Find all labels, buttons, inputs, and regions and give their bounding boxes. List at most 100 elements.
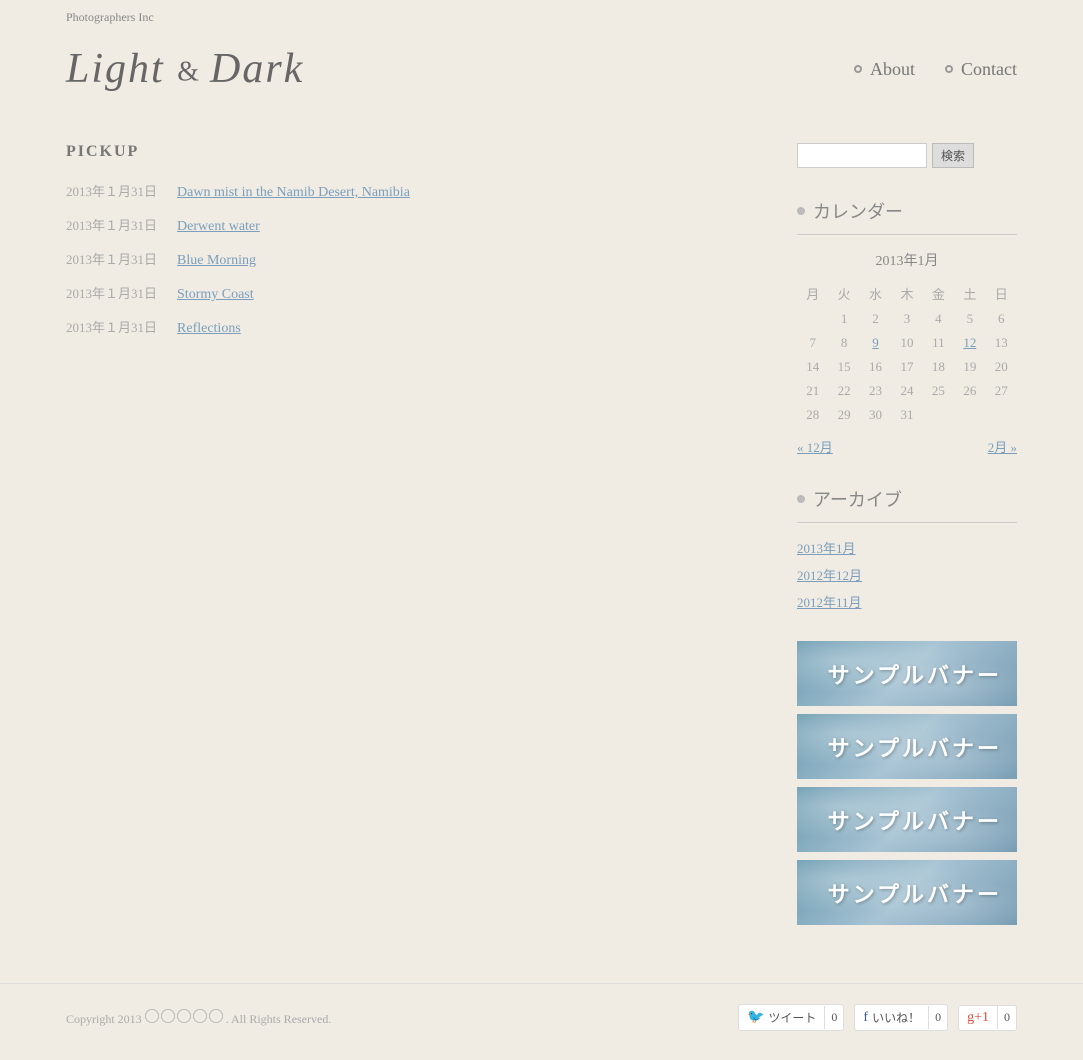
title-dark: Dark bbox=[210, 46, 304, 92]
calendar-day: 30 bbox=[860, 403, 891, 427]
calendar-day: 1 bbox=[828, 307, 859, 331]
calendar-day bbox=[797, 307, 828, 331]
calendar-divider bbox=[797, 234, 1017, 235]
calendar-header: 水 bbox=[860, 280, 891, 307]
banner-text-2: サンプルバナー bbox=[828, 731, 1002, 763]
header: Light & Dark About Contact bbox=[0, 35, 1083, 113]
banner-text-1: サンプルバナー bbox=[828, 658, 1002, 690]
banner-2[interactable]: サンプルバナー bbox=[797, 714, 1017, 779]
circle-5 bbox=[209, 1009, 223, 1023]
like-label-text: いいね！ bbox=[872, 1009, 920, 1026]
banners-area: サンプルバナーサンプルバナーサンプルバナーサンプルバナー bbox=[797, 641, 1017, 925]
calendar-day bbox=[986, 403, 1017, 427]
calendar-next[interactable]: 2月 » bbox=[988, 437, 1017, 456]
nav-contact[interactable]: Contact bbox=[945, 59, 1017, 80]
calendar-day: 22 bbox=[828, 379, 859, 403]
title-ampersand: & bbox=[177, 56, 210, 87]
pickup-link[interactable]: Dawn mist in the Namib Desert, Namibia bbox=[177, 185, 410, 201]
gplus-icon: g+1 bbox=[967, 1010, 989, 1026]
banner-text-3: サンプルバナー bbox=[828, 804, 1002, 836]
like-count: 0 bbox=[928, 1006, 947, 1029]
content-area: PICKUP 2013年１月31日 Dawn mist in the Namib… bbox=[66, 143, 757, 933]
tweet-button[interactable]: 🐦 ツイート 0 bbox=[738, 1004, 844, 1031]
search-input[interactable] bbox=[797, 143, 927, 168]
archive-section: アーカイブ 2013年1月 2012年12月 2012年11月 bbox=[797, 486, 1017, 611]
calendar-day: 8 bbox=[828, 331, 859, 355]
calendar-day[interactable]: 12 bbox=[954, 331, 985, 355]
calendar-day: 2 bbox=[860, 307, 891, 331]
nav-contact-label: Contact bbox=[961, 59, 1017, 80]
nav: About Contact bbox=[854, 59, 1017, 80]
like-label: f いいね！ bbox=[855, 1005, 928, 1030]
nav-about[interactable]: About bbox=[854, 59, 915, 80]
photographers-inc-label: Photographers Inc bbox=[0, 0, 1083, 35]
calendar-day: 17 bbox=[891, 355, 922, 379]
footer-copyright: Copyright 2013 . All Rights Reserved. bbox=[66, 1009, 331, 1027]
archive-link[interactable]: 2013年1月 bbox=[797, 538, 1017, 557]
social-buttons: 🐦 ツイート 0 f いいね！ 0 g+1 0 bbox=[738, 1004, 1017, 1031]
calendar-day: 25 bbox=[923, 379, 954, 403]
facebook-icon: f bbox=[863, 1010, 868, 1026]
sidebar: 検索 カレンダー 2013年1月 月火水木金土日 123456789101112… bbox=[797, 143, 1017, 933]
calendar-day: 5 bbox=[954, 307, 985, 331]
gplus-button[interactable]: g+1 0 bbox=[958, 1005, 1017, 1031]
pickup-date: 2013年１月31日 bbox=[66, 249, 157, 268]
banner-text-4: サンプルバナー bbox=[828, 877, 1002, 909]
pickup-link[interactable]: Derwent water bbox=[177, 219, 260, 235]
calendar-header: 日 bbox=[986, 280, 1017, 307]
calendar-day: 13 bbox=[986, 331, 1017, 355]
calendar-day: 28 bbox=[797, 403, 828, 427]
nav-about-label: About bbox=[870, 59, 915, 80]
search-button[interactable]: 検索 bbox=[932, 143, 974, 168]
calendar-prev[interactable]: « 12月 bbox=[797, 437, 833, 456]
pickup-list: 2013年１月31日 Dawn mist in the Namib Desert… bbox=[66, 181, 757, 337]
footer-circles bbox=[145, 1009, 223, 1023]
pickup-row: 2013年１月31日 Derwent water bbox=[66, 215, 757, 235]
banner-3[interactable]: サンプルバナー bbox=[797, 787, 1017, 852]
archive-title-label: アーカイブ bbox=[813, 486, 902, 512]
calendar-day: 15 bbox=[828, 355, 859, 379]
banner-1[interactable]: サンプルバナー bbox=[797, 641, 1017, 706]
banner-4[interactable]: サンプルバナー bbox=[797, 860, 1017, 925]
pickup-row: 2013年１月31日 Stormy Coast bbox=[66, 283, 757, 303]
calendar-header: 月 bbox=[797, 280, 828, 307]
calendar-day: 26 bbox=[954, 379, 985, 403]
circle-4 bbox=[193, 1009, 207, 1023]
calendar-day: 7 bbox=[797, 331, 828, 355]
calendar-title-label: カレンダー bbox=[813, 198, 903, 224]
calendar-day: 23 bbox=[860, 379, 891, 403]
pickup-date: 2013年１月31日 bbox=[66, 181, 157, 200]
pickup-row: 2013年１月31日 Blue Morning bbox=[66, 249, 757, 269]
site-title: Light & Dark bbox=[66, 45, 304, 93]
calendar-header: 火 bbox=[828, 280, 859, 307]
calendar-header: 木 bbox=[891, 280, 922, 307]
calendar-day: 24 bbox=[891, 379, 922, 403]
calendar-day: 27 bbox=[986, 379, 1017, 403]
twitter-icon: 🐦 bbox=[747, 1009, 764, 1026]
gplus-count: 0 bbox=[997, 1006, 1016, 1029]
tweet-count: 0 bbox=[824, 1006, 843, 1029]
pickup-title: PICKUP bbox=[66, 143, 757, 161]
calendar-day[interactable]: 9 bbox=[860, 331, 891, 355]
calendar-dot bbox=[797, 207, 805, 215]
archive-section-title: アーカイブ bbox=[797, 486, 1017, 512]
pickup-link[interactable]: Reflections bbox=[177, 321, 241, 337]
search-area: 検索 bbox=[797, 143, 1017, 168]
pickup-date: 2013年１月31日 bbox=[66, 283, 157, 302]
pickup-date: 2013年１月31日 bbox=[66, 317, 157, 336]
like-button[interactable]: f いいね！ 0 bbox=[854, 1004, 948, 1031]
gplus-label: g+1 bbox=[959, 1006, 997, 1030]
calendar-day: 31 bbox=[891, 403, 922, 427]
pickup-link[interactable]: Stormy Coast bbox=[177, 287, 254, 303]
archive-link[interactable]: 2012年11月 bbox=[797, 592, 1017, 611]
circle-1 bbox=[145, 1009, 159, 1023]
calendar-day: 3 bbox=[891, 307, 922, 331]
archive-divider bbox=[797, 522, 1017, 523]
archive-link[interactable]: 2012年12月 bbox=[797, 565, 1017, 584]
calendar-day: 29 bbox=[828, 403, 859, 427]
calendar-month-title: 2013年1月 bbox=[797, 250, 1017, 270]
nav-about-dot bbox=[854, 65, 862, 73]
pickup-link[interactable]: Blue Morning bbox=[177, 253, 256, 269]
calendar-header: 土 bbox=[954, 280, 985, 307]
circle-3 bbox=[177, 1009, 191, 1023]
